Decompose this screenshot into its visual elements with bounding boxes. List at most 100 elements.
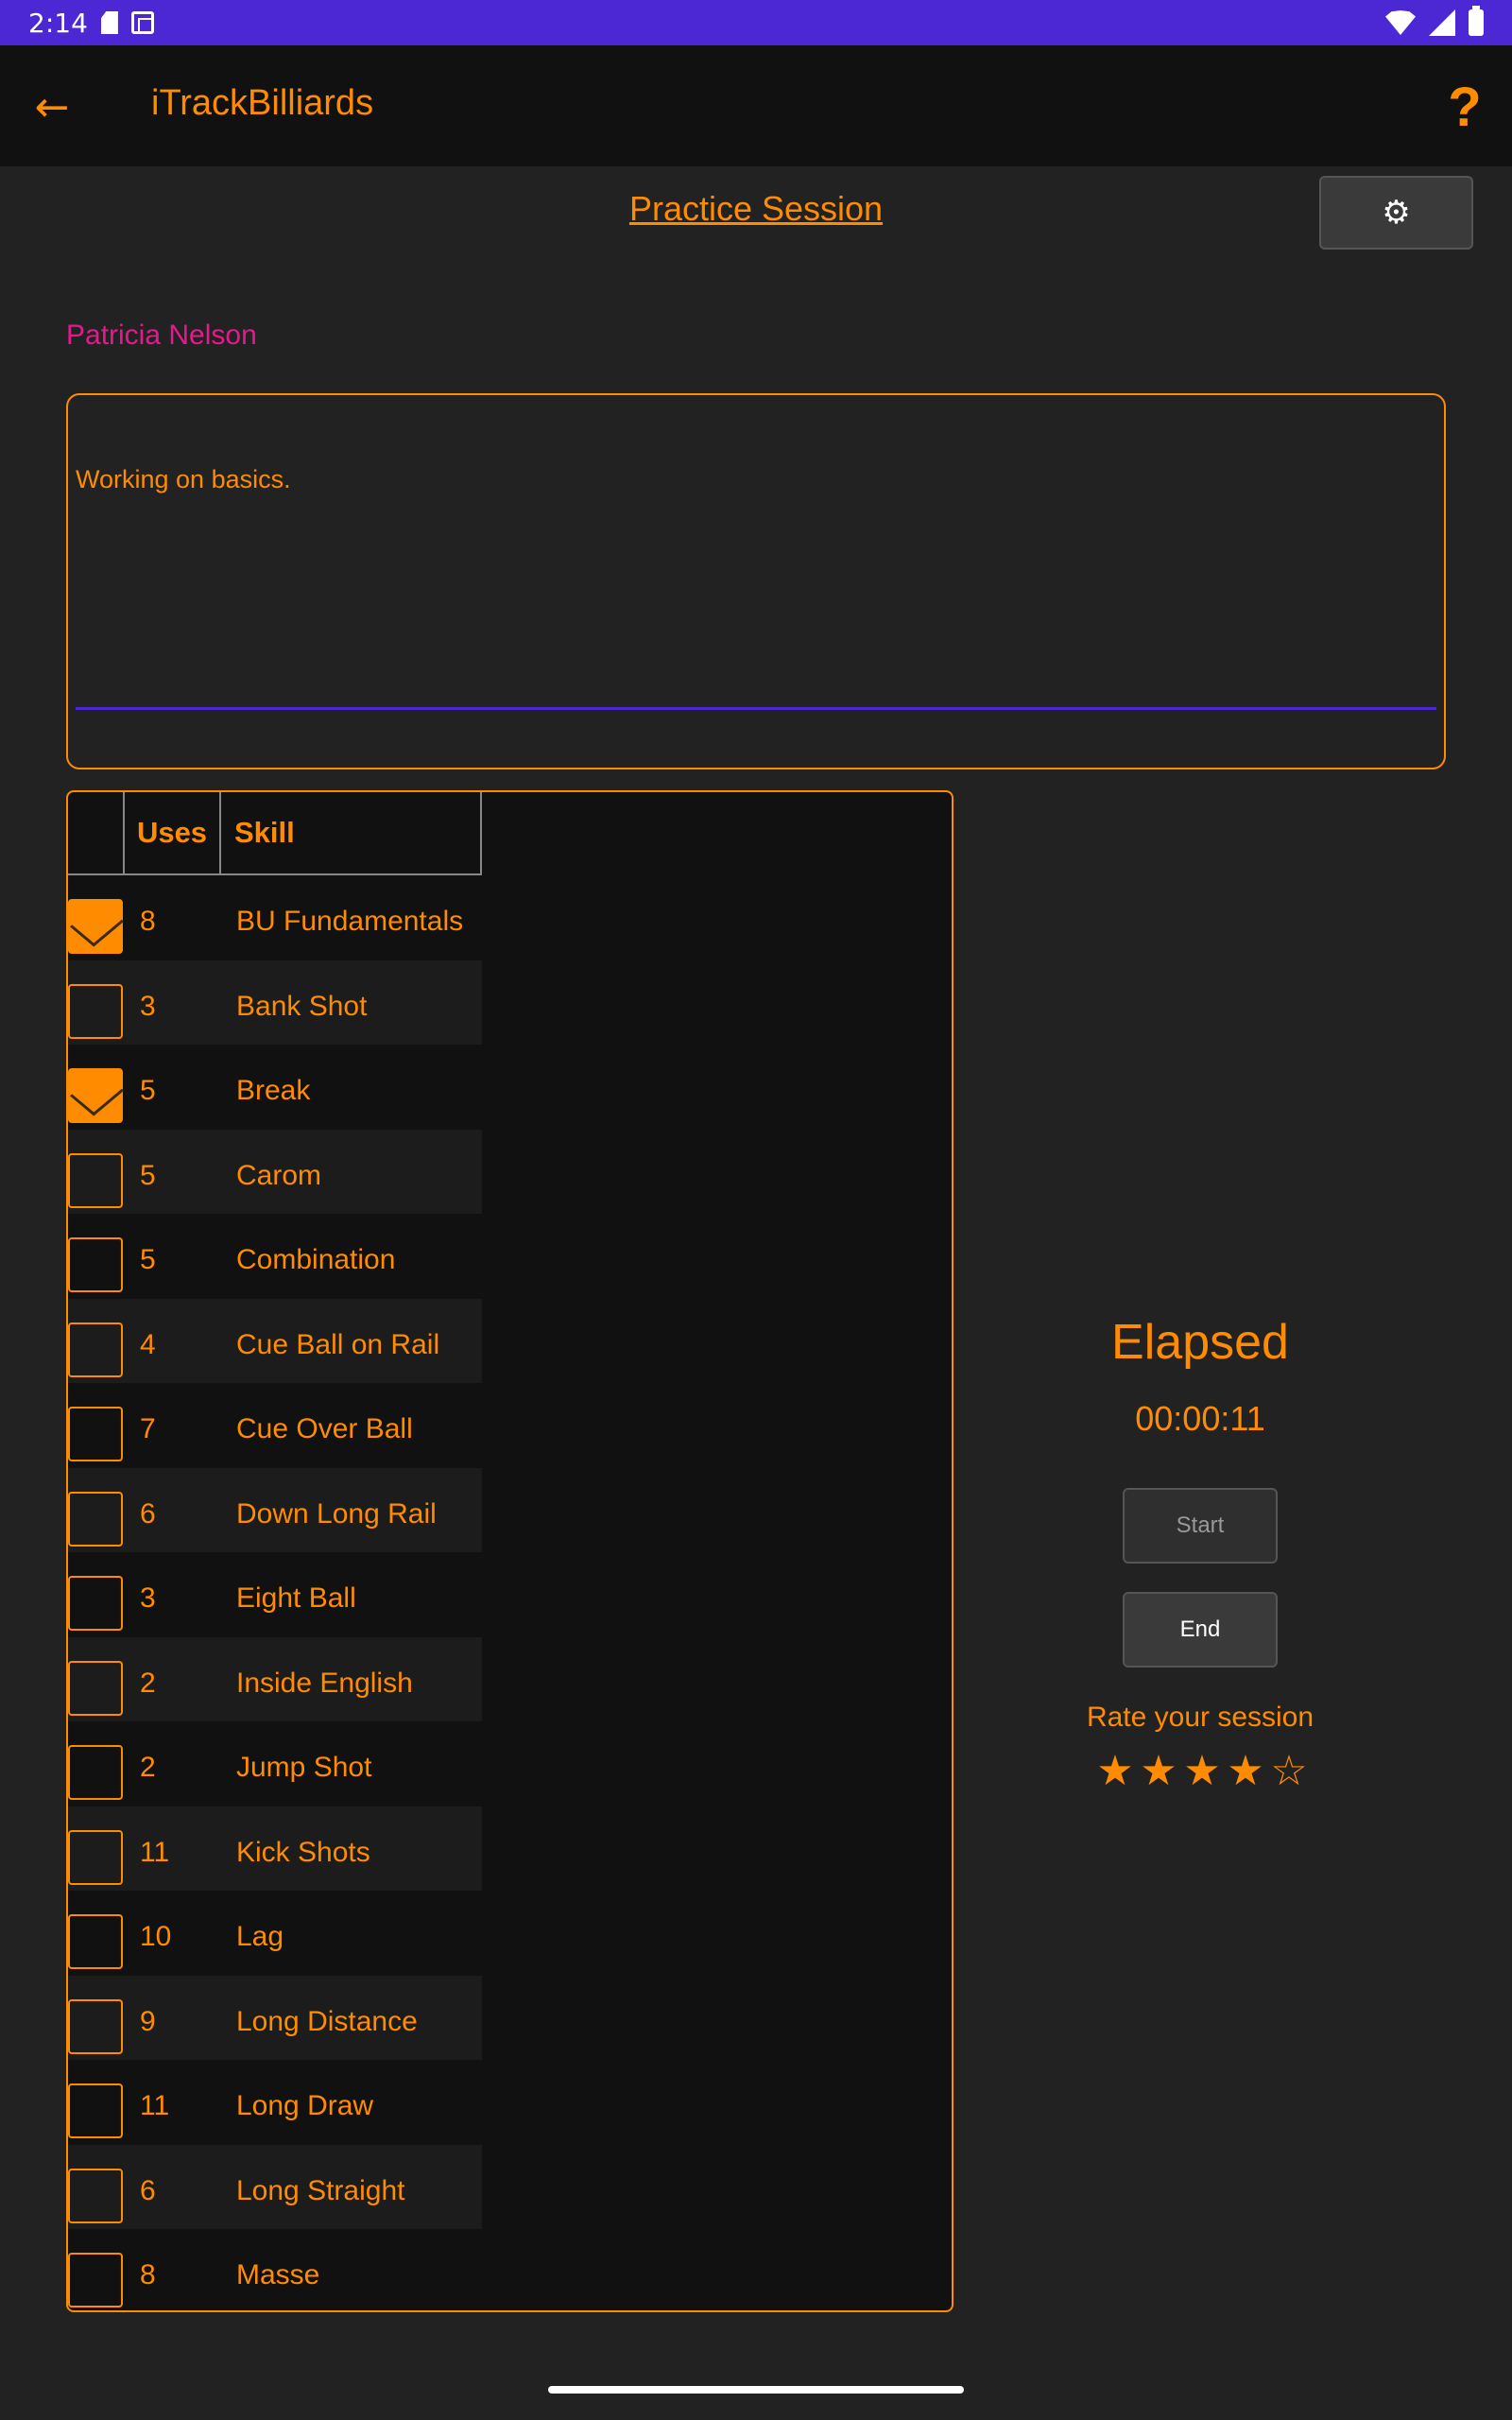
skill-uses: 11 <box>140 1836 170 1868</box>
skill-checkbox[interactable] <box>68 1407 123 1461</box>
skill-uses: 8 <box>140 906 156 937</box>
skill-checkbox[interactable] <box>68 1660 123 1716</box>
help-button[interactable]: ? <box>1440 74 1489 140</box>
table-row[interactable]: 3 Bank Shot <box>68 959 482 1045</box>
back-button[interactable]: ← <box>28 83 76 131</box>
skill-name: Inside English <box>236 1667 413 1699</box>
skills-table[interactable]: Uses Skill 8 BU Fundamentals 3 Bank Shot 5 Br… <box>66 790 954 2312</box>
skills-table-header: Uses Skill <box>68 792 482 875</box>
skill-checkbox[interactable] <box>68 2168 123 2223</box>
star-filled-icon[interactable]: ★ <box>1181 1751 1223 1792</box>
table-row[interactable]: 5 Carom <box>68 1129 482 1214</box>
skill-uses: 8 <box>140 2259 156 2290</box>
app-bar: ← iTrackBilliards ? <box>0 45 1512 166</box>
end-button[interactable]: End <box>1123 1592 1278 1668</box>
skill-checkbox[interactable] <box>68 1068 123 1123</box>
table-row[interactable]: 11 Kick Shots <box>68 1806 482 1891</box>
table-row[interactable]: 2 Inside English <box>68 1636 482 1721</box>
table-row[interactable]: 3 Eight Ball <box>68 1552 484 1637</box>
star-filled-icon[interactable]: ★ <box>1225 1751 1266 1792</box>
skill-uses: 2 <box>140 1752 156 1783</box>
skill-checkbox[interactable] <box>68 983 123 1039</box>
table-row[interactable]: 6 Down Long Rail <box>68 1467 482 1552</box>
status-time: 2:14 <box>28 7 88 39</box>
skill-uses: 3 <box>140 990 156 1022</box>
skill-name: Long Draw <box>236 2090 374 2121</box>
skill-uses: 6 <box>140 2174 156 2206</box>
notes-text: Working on basics. <box>76 465 291 493</box>
elapsed-time: 00:00:11 <box>1135 1399 1265 1438</box>
screenshot-icon <box>130 11 154 34</box>
skill-checkbox[interactable] <box>68 1237 123 1292</box>
gesture-nav-handle[interactable] <box>548 2386 964 2394</box>
skill-name: Masse <box>236 2259 320 2290</box>
skills-rows: 8 BU Fundamentals 3 Bank Shot 5 Break 5 Carom 5 C… <box>68 875 484 2310</box>
table-row[interactable]: 11 Long Draw <box>68 2060 484 2145</box>
skill-checkbox[interactable] <box>68 899 123 954</box>
skill-uses: 6 <box>140 1497 156 1530</box>
table-row[interactable]: 8 Masse <box>68 2229 484 2310</box>
skill-uses: 2 <box>140 1667 156 1699</box>
skill-uses: 3 <box>140 1582 156 1614</box>
notes-underline <box>76 707 1436 710</box>
app-title: iTrackBilliards <box>151 83 374 123</box>
skill-checkbox[interactable] <box>68 1914 123 1969</box>
skill-uses: 5 <box>140 1244 156 1275</box>
table-row[interactable]: 10 Lag <box>68 1891 484 1976</box>
skill-name: Down Long Rail <box>236 1497 437 1530</box>
skill-name: Eight Ball <box>236 1582 356 1614</box>
skill-name: BU Fundamentals <box>236 906 464 937</box>
skill-name: Bank Shot <box>236 990 368 1022</box>
help-icon: ? <box>1448 76 1482 138</box>
signal-icon <box>1429 9 1455 36</box>
notes-input[interactable]: Working on basics. <box>66 393 1446 769</box>
table-row[interactable]: 6 Long Straight <box>68 2144 482 2229</box>
rating-stars[interactable]: ★ ★ ★ ★ ☆ <box>1094 1751 1310 1792</box>
skill-name: Cue Ball on Rail <box>236 1328 440 1360</box>
table-row[interactable]: 4 Cue Ball on Rail <box>68 1298 482 1383</box>
wifi-icon <box>1385 10 1416 35</box>
header-uses[interactable]: Uses <box>125 792 221 875</box>
skill-name: Cue Over Ball <box>236 1413 413 1444</box>
page-title[interactable]: Practice Session <box>0 189 1512 229</box>
skill-name: Carom <box>236 1159 322 1191</box>
skill-name: Long Distance <box>236 2005 418 2037</box>
table-row[interactable]: 5 Combination <box>68 1214 484 1299</box>
skill-uses: 11 <box>140 2090 170 2121</box>
skill-uses: 9 <box>140 2005 156 2037</box>
skill-uses: 5 <box>140 1159 156 1191</box>
skill-uses: 5 <box>140 1075 156 1106</box>
skill-checkbox[interactable] <box>68 1322 123 1377</box>
rate-label: Rate your session <box>1086 1702 1314 1733</box>
star-filled-icon[interactable]: ★ <box>1138 1751 1179 1792</box>
skill-checkbox[interactable] <box>68 1829 123 1885</box>
skill-checkbox[interactable] <box>68 1576 123 1631</box>
skill-name: Break <box>236 1075 311 1106</box>
table-row[interactable]: 2 Jump Shot <box>68 1721 484 1806</box>
battery-icon <box>1469 6 1484 36</box>
skill-uses: 7 <box>140 1413 156 1444</box>
skill-name: Lag <box>236 1921 284 1952</box>
table-row[interactable]: 8 BU Fundamentals <box>68 875 484 960</box>
table-row[interactable]: 5 Break <box>68 1045 484 1130</box>
sd-card-icon <box>100 11 118 34</box>
start-button[interactable]: Start <box>1123 1488 1278 1564</box>
skill-checkbox[interactable] <box>68 1491 123 1547</box>
skill-checkbox[interactable] <box>68 1152 123 1208</box>
skill-checkbox[interactable] <box>68 1998 123 2054</box>
status-bar: 2:14 <box>0 0 1512 45</box>
star-filled-icon[interactable]: ★ <box>1094 1751 1136 1792</box>
table-row[interactable]: 9 Long Distance <box>68 1975 482 2060</box>
table-row[interactable]: 7 Cue Over Ball <box>68 1383 484 1468</box>
skill-checkbox[interactable] <box>68 2083 123 2138</box>
star-empty-icon[interactable]: ☆ <box>1268 1751 1310 1792</box>
skill-checkbox[interactable] <box>68 1745 123 1800</box>
skill-checkbox[interactable] <box>68 2253 123 2308</box>
header-skill[interactable]: Skill <box>221 792 482 875</box>
skill-uses: 10 <box>140 1921 172 1952</box>
settings-button[interactable]: ⚙ <box>1319 176 1473 250</box>
player-name: Patricia Nelson <box>66 320 257 351</box>
skill-name: Jump Shot <box>236 1752 372 1783</box>
skill-name: Long Straight <box>236 2174 405 2206</box>
skill-name: Combination <box>236 1244 396 1275</box>
